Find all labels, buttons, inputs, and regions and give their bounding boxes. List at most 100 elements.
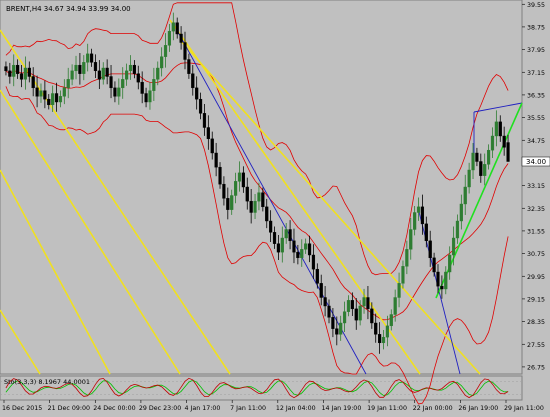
candle-body bbox=[483, 164, 487, 176]
candle-body bbox=[389, 314, 393, 327]
candle-body bbox=[82, 62, 86, 74]
current-price-tag: 34.00 bbox=[521, 156, 550, 167]
candle-body bbox=[432, 257, 436, 273]
y-tick-label: 28.35 bbox=[527, 319, 545, 326]
y-tick-label: 37.15 bbox=[527, 70, 545, 77]
candle-body bbox=[136, 73, 140, 83]
candle-body bbox=[292, 240, 296, 253]
candle-body bbox=[222, 183, 226, 199]
candle-body bbox=[366, 297, 370, 310]
candle-body bbox=[335, 328, 339, 335]
candle-body bbox=[311, 254, 316, 270]
candle-body bbox=[346, 300, 351, 312]
candle-body bbox=[62, 87, 66, 97]
candle-body bbox=[105, 67, 109, 77]
candle-body bbox=[300, 249, 304, 259]
candle-body bbox=[440, 285, 444, 290]
y-tick-label: 30.75 bbox=[527, 251, 545, 258]
y-tick-label: 27.55 bbox=[527, 342, 545, 349]
candle-body bbox=[35, 87, 39, 97]
candle-body bbox=[261, 192, 265, 208]
x-tick-label: 16 Dec 2015 bbox=[2, 405, 42, 412]
candle-body bbox=[89, 53, 94, 63]
candle-body bbox=[210, 138, 214, 154]
chart-svg[interactable]: 39.5538.7537.9537.1536.3535.5534.7533.95… bbox=[0, 0, 550, 413]
candle-body bbox=[101, 67, 105, 80]
candle-body bbox=[78, 64, 82, 74]
y-tick-label: 36.35 bbox=[527, 92, 545, 99]
candle-body bbox=[4, 66, 8, 72]
candle-body bbox=[490, 135, 495, 151]
candle-body bbox=[459, 203, 463, 222]
candle-body bbox=[475, 152, 479, 162]
candle-body bbox=[405, 249, 409, 267]
candle-body bbox=[339, 322, 343, 335]
candle-body bbox=[175, 22, 179, 35]
candle-body bbox=[206, 127, 210, 140]
candle-body bbox=[27, 67, 31, 77]
candle-body bbox=[230, 195, 234, 210]
candle-body bbox=[226, 198, 230, 210]
candle-body bbox=[502, 135, 506, 148]
candle-body bbox=[144, 93, 148, 103]
candle-body bbox=[125, 70, 129, 80]
candle-body bbox=[428, 240, 432, 259]
candle-body bbox=[327, 305, 331, 318]
candle-body bbox=[31, 76, 35, 89]
y-tick-label: 32.35 bbox=[527, 206, 545, 213]
candle-body bbox=[393, 297, 397, 315]
candle-body bbox=[296, 251, 300, 259]
candle-body bbox=[19, 73, 24, 80]
candle-body bbox=[163, 45, 168, 57]
candle-body bbox=[424, 223, 428, 242]
symbol-header: BRENT,H4 34.67 34.94 33.99 34.00 bbox=[6, 5, 131, 13]
candle-body bbox=[47, 98, 51, 106]
x-tick-label: 26 Jan 19:00 bbox=[458, 405, 498, 412]
candle-body bbox=[397, 283, 401, 298]
candle-body bbox=[444, 271, 448, 290]
candle-body bbox=[132, 64, 136, 74]
candle-body bbox=[58, 96, 63, 103]
candle-body bbox=[23, 67, 28, 80]
candle-body bbox=[276, 243, 281, 253]
candle-body bbox=[148, 90, 152, 103]
x-tick-label: 7 Jan 11:00 bbox=[230, 405, 266, 412]
candle-body bbox=[195, 87, 199, 100]
candle-body bbox=[8, 70, 12, 77]
candle-body bbox=[288, 229, 292, 242]
x-tick-label: 14 Jan 19:00 bbox=[321, 405, 361, 412]
candle-body bbox=[257, 192, 261, 202]
y-tick-label: 39.55 bbox=[527, 2, 545, 9]
x-tick-label: 29 Jan 11:00 bbox=[504, 405, 544, 412]
candle-body bbox=[479, 161, 483, 176]
candle-body bbox=[117, 87, 121, 97]
candle-body bbox=[413, 212, 417, 230]
candle-body bbox=[436, 271, 440, 287]
candle-body bbox=[448, 254, 452, 273]
candle-body bbox=[385, 325, 389, 338]
candle-body bbox=[152, 79, 156, 91]
current-price-label: 34.00 bbox=[526, 158, 546, 166]
candle-body bbox=[494, 121, 498, 137]
y-tick-label: 34.75 bbox=[527, 138, 545, 145]
candle-body bbox=[12, 64, 16, 77]
x-tick-label: 21 Dec 09:00 bbox=[48, 405, 90, 412]
candle-body bbox=[265, 206, 269, 222]
candle-body bbox=[160, 56, 164, 69]
y-tick-label: 37.95 bbox=[527, 47, 545, 54]
candle-body bbox=[455, 220, 460, 239]
candle-body bbox=[183, 42, 187, 60]
candle-body bbox=[401, 266, 405, 284]
candle-body bbox=[86, 53, 90, 63]
candle-body bbox=[323, 297, 327, 307]
candle-body bbox=[284, 229, 288, 239]
candle-body bbox=[233, 181, 238, 196]
y-tick-label: 26.75 bbox=[527, 364, 545, 371]
candle-body bbox=[370, 308, 374, 324]
candle-body bbox=[54, 93, 59, 103]
candle-body bbox=[358, 305, 362, 321]
candle-body bbox=[280, 237, 284, 253]
candle-body bbox=[218, 166, 222, 185]
candle-body bbox=[506, 142, 510, 162]
candle-body bbox=[331, 317, 335, 329]
